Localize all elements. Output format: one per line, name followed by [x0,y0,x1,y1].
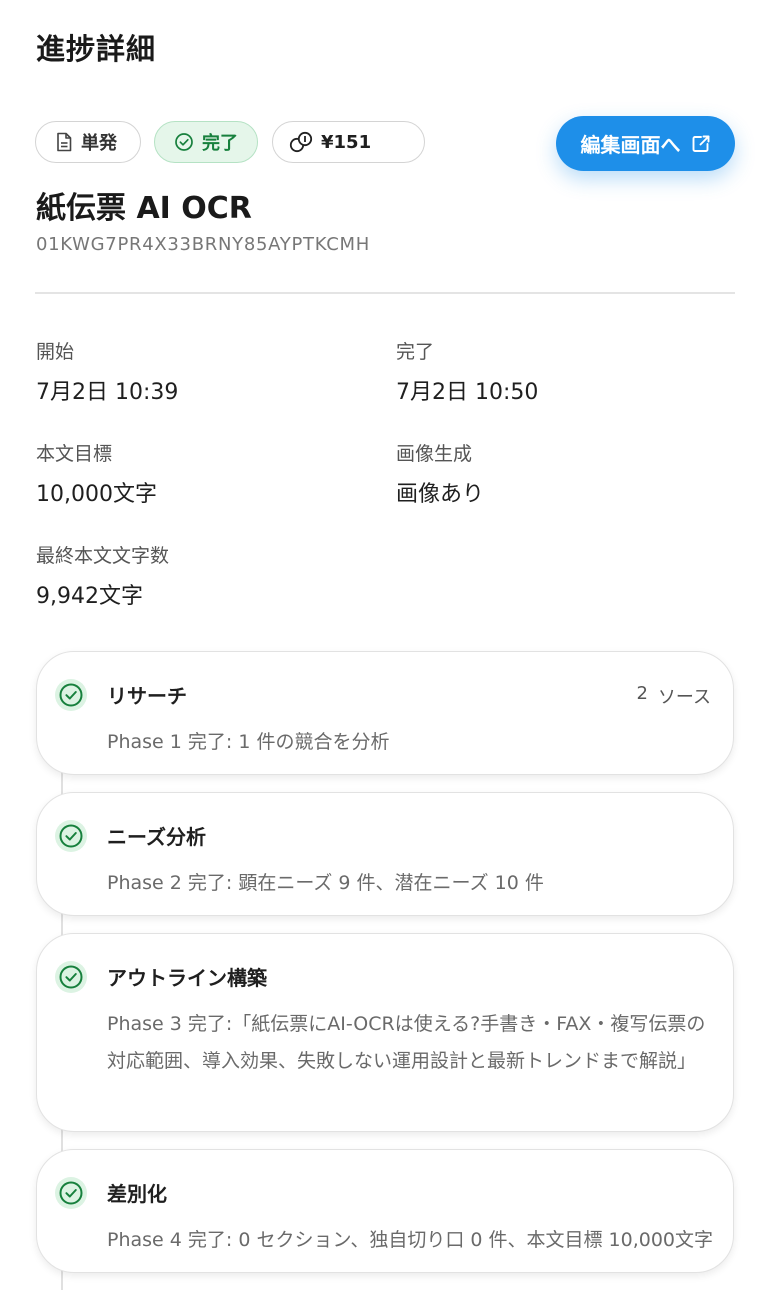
phase-description: Phase 1 完了: 1 件の競合を分析 [107,731,390,753]
phase-card-needs-analysis: ニーズ分析 Phase 2 完了: 顕在ニーズ 9 件、潜在ニーズ 10 件 [36,792,734,916]
document-title: 紙伝票 AI OCR [36,191,252,226]
check-circle-icon [55,679,87,711]
final-count-value: 9,942文字 [36,584,143,609]
source-count-unit: ソース [657,687,711,708]
page-title: 進捗詳細 [36,32,157,66]
final-count-label: 最終本文文字数 [36,545,170,567]
check-circle-icon [55,820,87,852]
check-circle-icon [175,133,193,151]
check-circle-icon [55,1177,87,1209]
source-count-value: 2 [636,683,648,704]
end-value: 7月2日 10:50 [396,380,539,405]
phase-description: Phase 2 完了: 顕在ニーズ 9 件、潜在ニーズ 10 件 [107,872,544,894]
phase-title: リサーチ [107,684,187,708]
check-circle-icon [55,961,87,993]
phase-description: Phase 3 完了:「紙伝票にAI-OCRは使える?手書き・FAX・複写伝票の… [107,1013,706,1072]
document-id: 01KWG7PR4X33BRNY85AYPTKCMH [36,234,370,255]
target-value: 10,000文字 [36,482,157,507]
coins-icon [289,131,313,153]
phase-card-outline: アウトライン構築 Phase 3 完了:「紙伝票にAI-OCRは使える?手書き・… [36,933,734,1132]
target-label: 本文目標 [36,443,113,465]
divider [35,292,735,294]
phase-title: 差別化 [107,1182,167,1206]
start-label: 開始 [36,341,75,363]
start-value: 7月2日 10:39 [36,380,179,405]
cost-badge: ¥151 [272,121,425,163]
phase-source-count: 2 ソース [636,683,711,709]
external-link-icon [692,135,709,152]
phase-card-differentiation: 差別化 Phase 4 完了: 0 セクション、独自切り口 0 件、本文目標 1… [36,1149,734,1273]
status-badge-label: 完了 [202,133,238,154]
phase-description: Phase 4 完了: 0 セクション、独自切り口 0 件、本文目標 10,00… [107,1229,714,1251]
end-label: 完了 [396,341,435,363]
document-icon [57,132,72,152]
status-badge: 完了 [154,121,258,163]
phase-title: アウトライン構築 [107,966,267,990]
image-generation-value: 画像あり [396,482,485,507]
phase-title: ニーズ分析 [107,825,206,849]
type-badge: 単発 [35,121,141,163]
edit-screen-button-label: 編集画面へ [580,133,681,157]
edit-screen-button[interactable]: 編集画面へ [556,116,735,171]
cost-badge-label: ¥151 [321,131,372,153]
type-badge-label: 単発 [81,133,117,154]
phase-card-research: リサーチ 2 ソース Phase 1 完了: 1 件の競合を分析 [36,651,734,775]
image-generation-label: 画像生成 [396,443,473,465]
